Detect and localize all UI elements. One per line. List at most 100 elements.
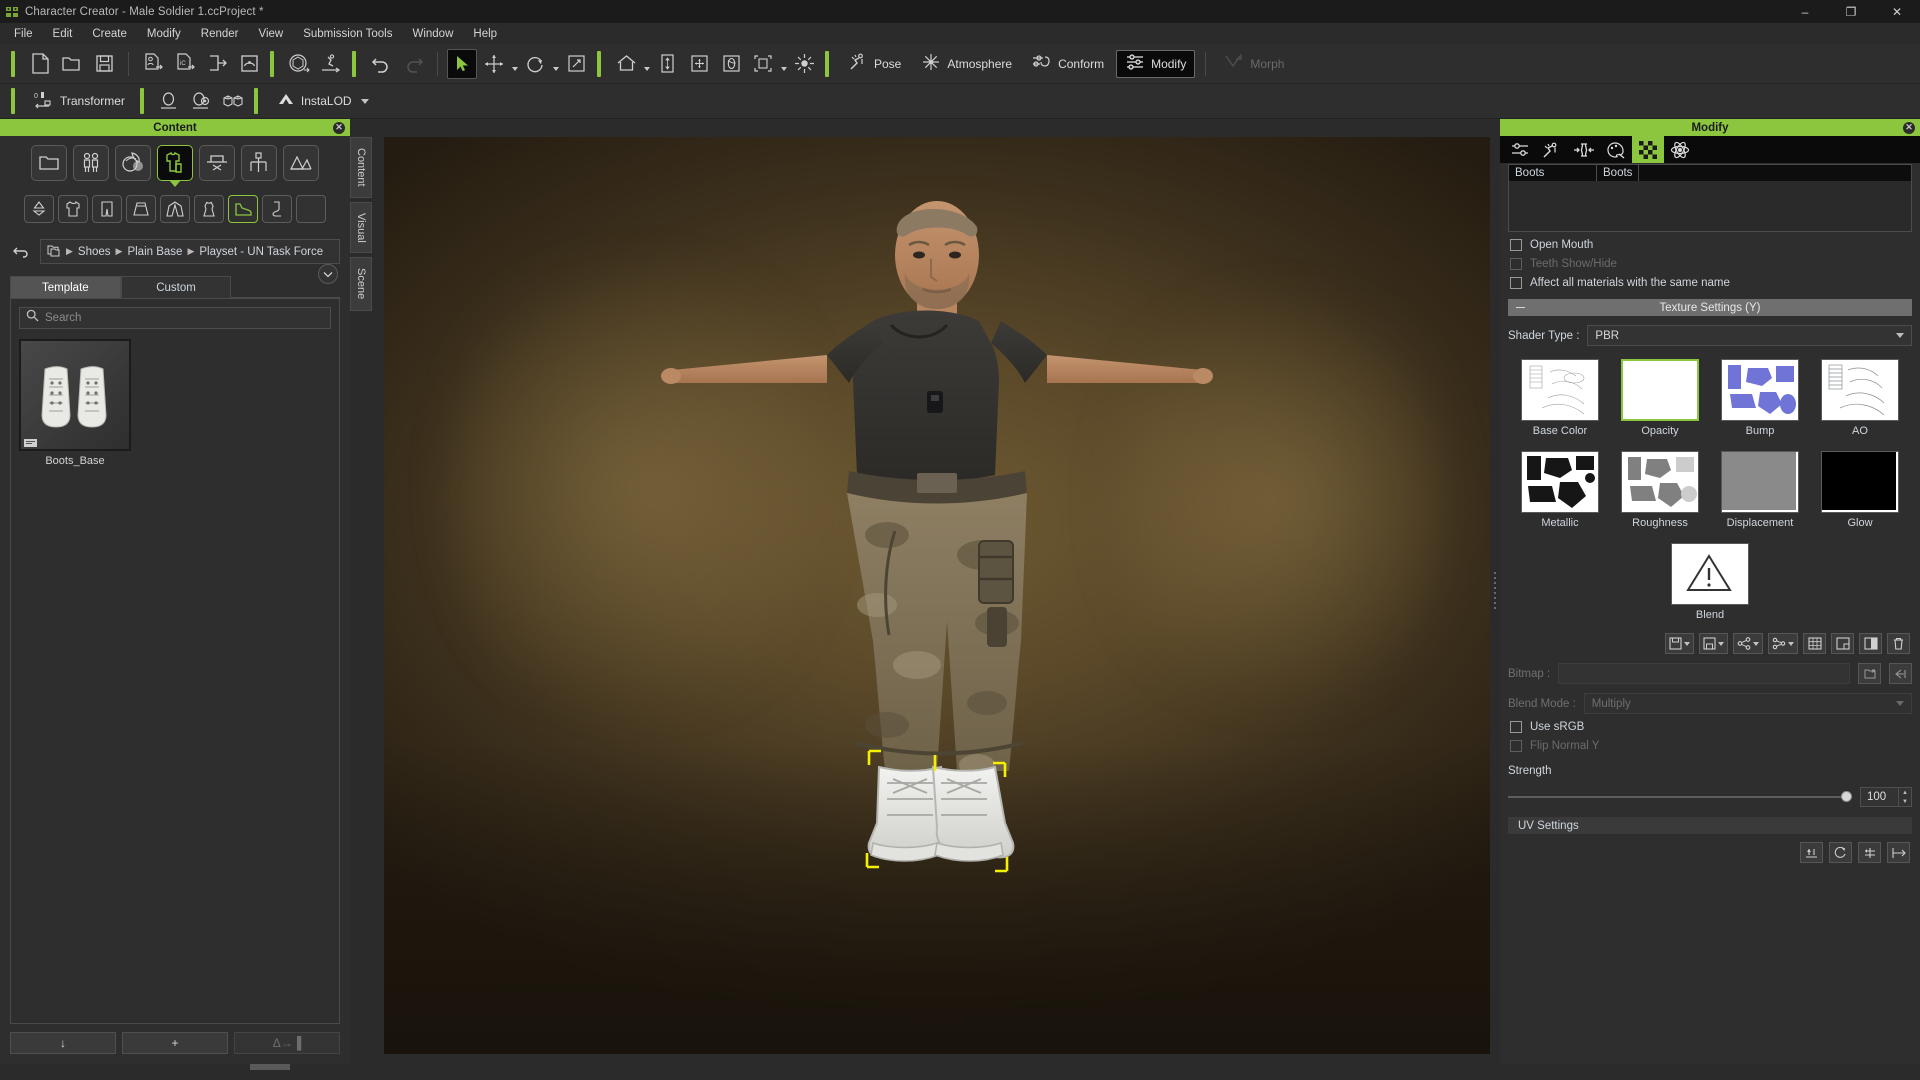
checkbox-use-srgb[interactable]: Use sRGB [1508, 714, 1912, 733]
tab-physics[interactable] [1664, 136, 1696, 163]
home-view-dropdown-caret[interactable] [642, 49, 651, 79]
vtab-content[interactable]: Content [350, 137, 372, 198]
strength-stepper[interactable]: 100 ▲ ▼ [1860, 787, 1912, 807]
white-boots-thumbnail[interactable] [19, 339, 131, 451]
content-root-icon[interactable] [47, 244, 61, 260]
texture-slot-base-color[interactable]: Base Color [1521, 359, 1599, 437]
reset-bitmap-icon[interactable] [1889, 663, 1912, 684]
checkbox-teeth-show-hide[interactable]: Teeth Show/Hide [1508, 251, 1912, 270]
home-view-icon[interactable] [611, 49, 641, 79]
import-scene-icon[interactable]: iC [170, 49, 200, 79]
menu-edit[interactable]: Edit [43, 24, 83, 44]
texture-slot-metallic[interactable]: Metallic [1521, 451, 1599, 529]
menu-window[interactable]: Window [402, 24, 463, 44]
back-arrow-icon[interactable] [10, 241, 32, 263]
tab-attribute[interactable] [1504, 136, 1536, 163]
instalod-dropdown-caret[interactable] [360, 98, 369, 104]
browse-bitmap-icon[interactable] [1858, 663, 1881, 684]
breadcrumb[interactable]: ▶ Shoes ▶ Plain Base ▶ Playset - UN Task… [40, 239, 340, 264]
texture-slot-glow[interactable]: Glow [1821, 451, 1899, 529]
swap-texture-icon[interactable] [1859, 633, 1882, 654]
menu-modify[interactable]: Modify [137, 24, 191, 44]
new-project-icon[interactable] [25, 49, 55, 79]
subcategory-skirts[interactable] [126, 195, 156, 223]
transformer-button[interactable]: 0 Transformer [26, 87, 133, 115]
warning-triangle-icon[interactable] [1671, 543, 1749, 605]
menu-file[interactable]: File [4, 24, 43, 44]
open-project-icon[interactable] [57, 49, 87, 79]
texture-slot-blend[interactable]: Blend [1671, 543, 1749, 621]
texture-slot-ao[interactable]: AO [1821, 359, 1899, 437]
select-tool-icon[interactable] [447, 48, 477, 79]
panel-resize-handle[interactable] [1490, 119, 1500, 1064]
subcategory-socks[interactable] [262, 195, 292, 223]
light-icon[interactable] [789, 49, 819, 79]
instalod-button[interactable]: InstaLOD [269, 87, 377, 115]
vtab-visual[interactable]: Visual [350, 201, 372, 254]
sidebar-item-cloth[interactable] [157, 145, 193, 181]
morph-button[interactable]: Morph [1216, 50, 1292, 78]
menu-view[interactable]: View [248, 24, 293, 44]
modify-panel-scroll[interactable]: Boots Boots Open Mouth Teeth Show/Hide A… [1500, 163, 1920, 1064]
chevron-down-icon[interactable] [1753, 641, 1759, 646]
chevron-down-icon[interactable] [1684, 641, 1690, 646]
checkbox-box[interactable] [1510, 721, 1522, 733]
uv-settings-section-header[interactable]: UV Settings [1508, 817, 1912, 834]
uv-offset-icon[interactable] [1887, 842, 1910, 863]
texture-slot-displacement[interactable]: Displacement [1721, 451, 1799, 529]
menu-help[interactable]: Help [463, 24, 507, 44]
redo-icon[interactable] [398, 49, 428, 79]
uv-lineart-white-thumbnail[interactable] [1521, 359, 1599, 421]
transfer-skin-weights-icon[interactable] [284, 49, 314, 79]
atmosphere-button[interactable]: Atmosphere [913, 50, 1020, 78]
search-input[interactable] [45, 312, 324, 324]
tab-collision-shape[interactable] [1568, 136, 1600, 163]
rotate-tool-icon[interactable] [520, 49, 550, 79]
orbit-view-icon[interactable] [716, 49, 746, 79]
delete-texture-icon[interactable] [1887, 633, 1910, 654]
menu-render[interactable]: Render [191, 24, 249, 44]
animation-player-icon[interactable] [316, 49, 346, 79]
headshot-icon[interactable] [154, 86, 184, 116]
chevron-down-icon[interactable] [1718, 641, 1724, 646]
frame-selected-dropdown-caret[interactable] [779, 49, 788, 79]
breadcrumb-item-plain-base[interactable]: Plain Base [127, 246, 182, 258]
breadcrumb-item-shoes[interactable]: Shoes [78, 246, 111, 258]
save-project-icon[interactable] [89, 49, 119, 79]
skingen-icon[interactable] [186, 86, 216, 116]
pan-view-icon[interactable] [684, 49, 714, 79]
chevron-down-icon[interactable] [1896, 701, 1904, 706]
uv-lineart-white-thumbnail[interactable] [1821, 359, 1899, 421]
vtab-scene[interactable]: Scene [350, 257, 372, 311]
strength-slider[interactable] [1508, 791, 1852, 802]
mesh-tools-icon[interactable] [218, 86, 248, 116]
blank-white-thumbnail[interactable] [1621, 359, 1699, 421]
sidebar-item-actor[interactable] [73, 145, 109, 181]
bitmap-field[interactable] [1558, 663, 1850, 684]
uv-black-islands-thumbnail[interactable] [1521, 451, 1599, 513]
tab-custom[interactable]: Custom [120, 276, 232, 298]
subcategory-others[interactable] [296, 195, 326, 223]
sidebar-item-accessory[interactable] [199, 145, 235, 181]
sidebar-item-skin[interactable] [115, 145, 151, 181]
material-list[interactable]: Boots Boots [1508, 164, 1912, 232]
solid-gray-thumbnail[interactable] [1721, 451, 1799, 513]
close-icon[interactable]: ✕ [1903, 121, 1915, 134]
checkbox-open-mouth[interactable]: Open Mouth [1508, 232, 1912, 251]
strength-slider-knob[interactable] [1841, 791, 1852, 802]
frame-selected-icon[interactable] [748, 49, 778, 79]
texture-slot-opacity[interactable]: Opacity [1621, 359, 1699, 437]
stepper-arrows[interactable]: ▲ ▼ [1898, 788, 1911, 806]
uv-flip-v-icon[interactable] [1829, 842, 1852, 863]
tab-pose-offset[interactable] [1536, 136, 1568, 163]
checkbox-flip-normal-y[interactable]: Flip Normal Y [1508, 733, 1912, 752]
rotate-tool-dropdown-caret[interactable] [551, 49, 560, 79]
tab-appearance-editor[interactable] [1600, 136, 1632, 163]
material-list-body[interactable] [1509, 181, 1911, 231]
tile-texture-icon[interactable] [1803, 633, 1826, 654]
search-box[interactable] [19, 307, 331, 329]
minimize-button[interactable]: – [1782, 0, 1828, 23]
close-icon[interactable]: ✕ [333, 121, 345, 134]
import-character-icon[interactable] [138, 49, 168, 79]
menu-create[interactable]: Create [82, 24, 137, 44]
